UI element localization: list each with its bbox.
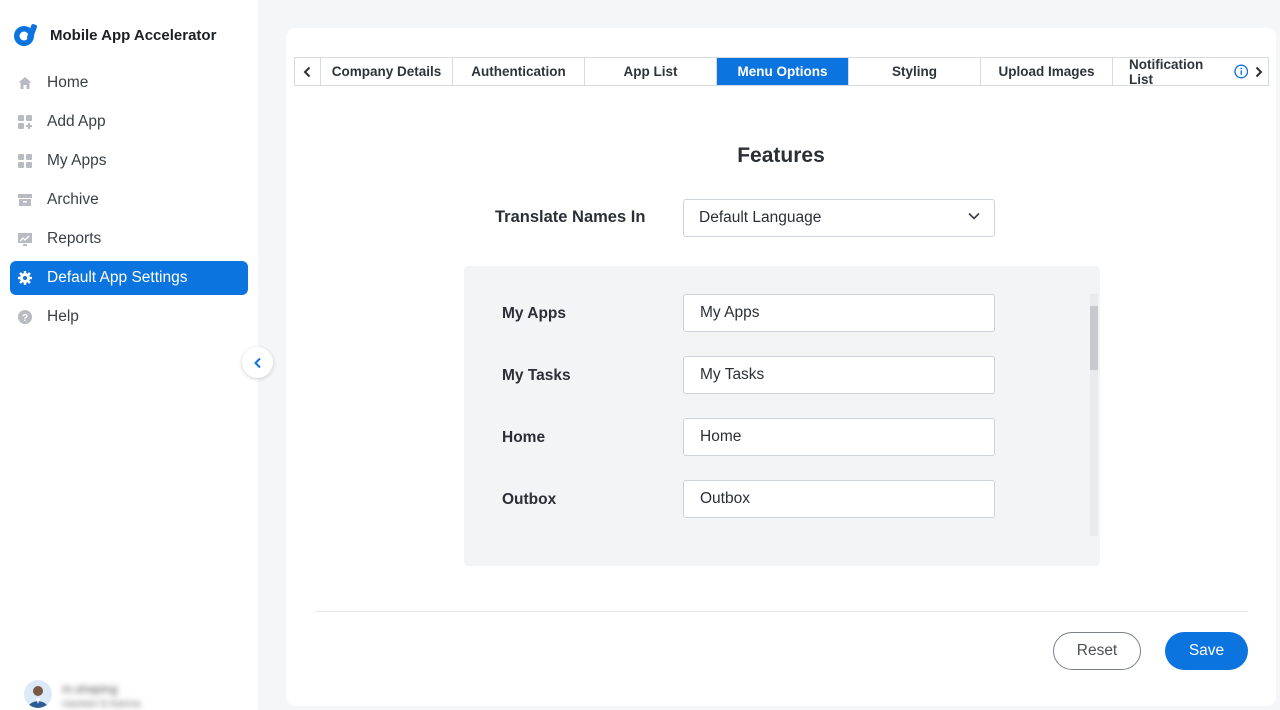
- archive-icon: [16, 191, 34, 209]
- sidebar-item-help[interactable]: ? Help: [10, 300, 248, 334]
- apps-grid-icon: [16, 152, 34, 170]
- app-title: Mobile App Accelerator: [50, 26, 217, 44]
- sidebar-item-label: Add App: [47, 113, 106, 130]
- tab-company-details[interactable]: Company Details: [320, 58, 452, 85]
- tab-app-list[interactable]: App List: [584, 58, 716, 85]
- sidebar-item-default-app-settings[interactable]: Default App Settings: [10, 261, 248, 295]
- menu-names-panel: My Apps My Tasks Home Outbox: [464, 266, 1100, 566]
- chevron-left-icon: [253, 357, 261, 368]
- row-label-my-apps: My Apps: [502, 305, 567, 322]
- settings-card: Company Details Authentication App List …: [286, 28, 1276, 706]
- sidebar-item-my-apps[interactable]: My Apps: [10, 144, 248, 178]
- avatar: [24, 680, 52, 708]
- app-logo-icon: [14, 24, 37, 46]
- user-name: m.shaping: [62, 682, 118, 696]
- translate-label: Translate Names In: [495, 208, 646, 226]
- reset-button[interactable]: Reset: [1053, 632, 1141, 670]
- sidebar-item-label: Archive: [47, 191, 99, 208]
- row-label-home: Home: [502, 429, 546, 446]
- sidebar-item-home[interactable]: Home: [10, 66, 248, 100]
- help-icon: ?: [16, 308, 34, 326]
- tab-styling[interactable]: Styling: [848, 58, 980, 85]
- sidebar-item-reports[interactable]: Reports: [10, 222, 248, 256]
- chevron-right-icon: [1255, 66, 1262, 77]
- tab-authentication[interactable]: Authentication: [452, 58, 584, 85]
- sidebar-item-add-app[interactable]: Add App: [10, 105, 248, 139]
- collapse-sidebar-button[interactable]: [242, 347, 273, 378]
- home-name-input[interactable]: [683, 418, 995, 456]
- gear-icon: [16, 269, 34, 287]
- sidebar-item-label: Default App Settings: [47, 269, 188, 286]
- sidebar-item-label: Reports: [47, 230, 102, 247]
- sidebar-nav: Home Add App My Apps Archive Reports Def…: [10, 66, 248, 339]
- my-tasks-name-input[interactable]: [683, 356, 995, 394]
- tab-label: Notification List: [1129, 56, 1204, 87]
- sidebar-item-label: Home: [47, 74, 89, 91]
- sidebar-item-label: My Apps: [47, 152, 107, 169]
- section-title: Features: [737, 144, 825, 167]
- user-profile[interactable]: m.shaping naveen b kanna: [24, 680, 140, 710]
- sidebar-item-archive[interactable]: Archive: [10, 183, 248, 217]
- chevron-left-icon: [303, 66, 311, 77]
- row-label-outbox: Outbox: [502, 491, 557, 508]
- home-icon: [16, 74, 34, 92]
- reports-icon: [16, 230, 34, 248]
- tab-menu-options[interactable]: Menu Options: [716, 58, 848, 85]
- language-select[interactable]: Default Language: [683, 199, 995, 237]
- tab-upload-images[interactable]: Upload Images: [980, 58, 1112, 85]
- info-icon[interactable]: [1233, 64, 1248, 79]
- sidebar-item-label: Help: [47, 308, 79, 325]
- tabs-scroll-right-button[interactable]: [1248, 58, 1268, 85]
- my-apps-name-input[interactable]: [683, 294, 995, 332]
- outbox-name-input[interactable]: [683, 480, 995, 518]
- chevron-down-icon: [968, 212, 980, 220]
- divider: [315, 611, 1248, 612]
- panel-scrollbar[interactable]: [1090, 294, 1098, 536]
- tab-bar: Company Details Authentication App List …: [294, 56, 1269, 87]
- tabs-scroll-left-button[interactable]: [295, 58, 320, 85]
- save-button[interactable]: Save: [1165, 632, 1248, 670]
- brand: Mobile App Accelerator: [12, 22, 216, 48]
- language-select-value: Default Language: [699, 209, 822, 226]
- row-label-my-tasks: My Tasks: [502, 367, 571, 384]
- tab-notification-list[interactable]: Notification List: [1112, 56, 1248, 87]
- sidebar: Mobile App Accelerator Home Add App My A…: [0, 0, 258, 710]
- user-role: naveen b kanna: [62, 698, 141, 710]
- add-app-icon: [16, 113, 34, 131]
- svg-text:?: ?: [22, 313, 28, 324]
- scrollbar-thumb[interactable]: [1090, 306, 1098, 370]
